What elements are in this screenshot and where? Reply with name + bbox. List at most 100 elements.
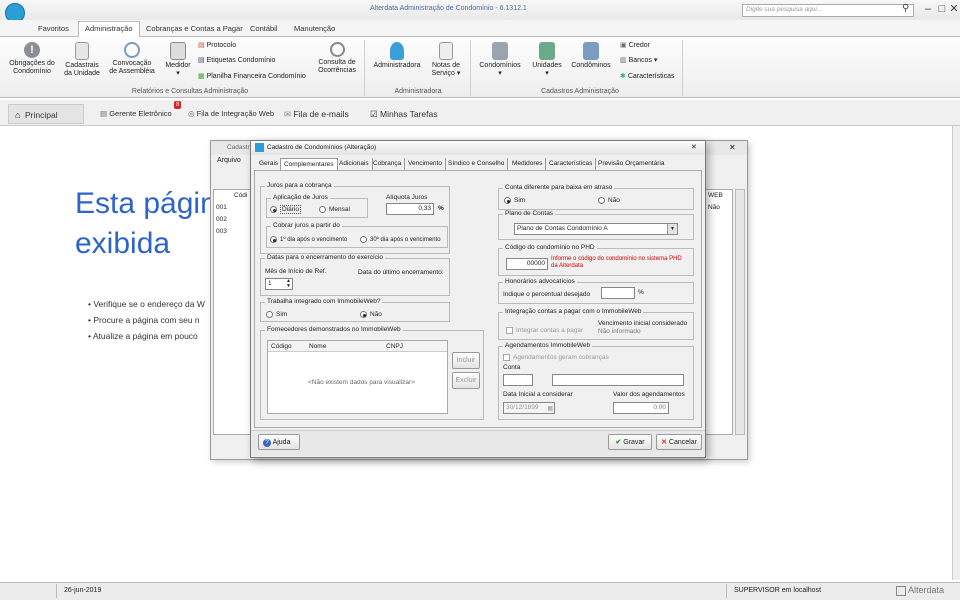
vencimento-inicial-value: Não informado xyxy=(598,328,641,335)
planilha-button[interactable]: ▦ Planilha Financeira Condomínio xyxy=(198,72,306,82)
radio-conta-nao[interactable]: Não xyxy=(598,197,620,204)
tab-fila-integracao[interactable]: ◎ Fila de Integração Web xyxy=(188,104,274,124)
tab-cobrancas[interactable]: Cobranças e Contas a Pagar xyxy=(140,22,249,36)
datas-group: Datas para o encerramento do exercício xyxy=(260,254,450,296)
condominos-button[interactable]: Condôminos xyxy=(568,42,614,70)
gravar-button[interactable]: ✔ Gravar xyxy=(608,434,652,450)
tab-contabil[interactable]: Contábil xyxy=(244,22,284,36)
bancos-button[interactable]: ▥ Bancos ▾ xyxy=(620,56,657,66)
table-row[interactable]: 001 xyxy=(216,204,227,211)
cobrar-legend: Cobrar juros a partir do xyxy=(271,222,342,229)
principal-label: Principal xyxy=(25,110,58,120)
radio-trigesimo-dia[interactable]: 30º dia após o vencimento xyxy=(360,236,441,243)
tab-previsao[interactable]: Previsão Orçamentária xyxy=(595,158,667,170)
excluir-button[interactable]: Excluir xyxy=(452,372,480,389)
protocol-icon: ▤ xyxy=(198,42,205,49)
group-label-administradora: Administradora xyxy=(394,88,442,95)
aliquota-input[interactable]: 0,33 xyxy=(386,203,434,215)
immobile-legend: Trabalha integrado com ImmobileWeb? xyxy=(265,298,383,305)
home-icon: ⌂ xyxy=(15,110,21,120)
caracteristicas-button[interactable]: ✱ Características xyxy=(620,72,675,82)
data-inicial-input[interactable]: 30/12/1899 ▦ xyxy=(503,402,555,414)
integrar-checkbox[interactable]: Integrar contas a pagar xyxy=(506,327,583,334)
spinner-arrows-icon[interactable]: ▲ ▼ xyxy=(286,279,291,289)
fornecedores-legend: Fornecedores demonstrados no ImmobileWeb xyxy=(265,326,403,333)
tab-complementares[interactable]: Complementares xyxy=(280,158,338,170)
agendamentos-checkbox-icon xyxy=(503,354,510,361)
dialog-close-icon[interactable]: ✕ xyxy=(691,143,697,151)
tab-administracao[interactable]: Administração xyxy=(78,21,140,37)
mes-inicio-spinner[interactable]: 1 ▲ ▼ xyxy=(265,278,293,290)
etiquetas-button[interactable]: ▤ Etiquetas Condomínio xyxy=(198,56,275,66)
tab-favoritos[interactable]: Favoritos xyxy=(32,22,75,36)
medidor-button[interactable]: Medidor ▾ xyxy=(162,42,194,78)
cancelar-button[interactable]: ✕ Cancelar xyxy=(656,434,702,450)
radio-conta-sim[interactable]: Sim xyxy=(504,197,525,204)
radio-conta-nao-icon xyxy=(598,197,605,204)
search-input[interactable]: Digite sua pesquisa aqui... xyxy=(742,4,914,17)
app-title: Alterdata Administração de Condomínio - … xyxy=(370,5,527,12)
tab-adicionais[interactable]: Adicionais xyxy=(336,158,373,170)
search-icon[interactable]: ⚲ xyxy=(902,3,909,14)
aplicacao-legend: Aplicação de Juros xyxy=(271,194,330,201)
honorarios-input[interactable] xyxy=(601,287,635,299)
table-row[interactable]: 002 xyxy=(216,216,227,223)
tarefas-label: Minhas Tarefas xyxy=(380,109,438,119)
main-vscroll[interactable] xyxy=(952,126,960,580)
incluir-button[interactable]: Incluir xyxy=(452,352,480,369)
radio-immobile-sim[interactable]: Sim xyxy=(266,311,287,318)
radio-conta-sim-icon xyxy=(504,197,511,204)
radio-immobile-nao[interactable]: Não xyxy=(360,311,382,318)
condominios-label: Condomínios ▾ xyxy=(479,62,521,77)
table-row[interactable]: 003 xyxy=(216,228,227,235)
unidades-button[interactable]: Unidades ▾ xyxy=(528,42,566,78)
notas-servico-button[interactable]: Notas de Serviço ▾ xyxy=(426,42,466,78)
tab-principal[interactable]: ⌂ Principal xyxy=(8,104,84,124)
brand-text: Alterdata xyxy=(908,585,945,595)
tab-sindico[interactable]: Síndico e Conselho xyxy=(445,158,509,170)
credor-button[interactable]: ▣ Credor xyxy=(620,41,650,51)
back-window-menu[interactable]: Arquivo xyxy=(217,157,241,164)
tab-manutencao[interactable]: Manutenção xyxy=(288,22,341,36)
tab-cobranca[interactable]: Cobrança xyxy=(370,158,406,170)
radio-diario[interactable]: Diário xyxy=(270,205,301,215)
aliquota-label: Alíquota Juros xyxy=(386,194,428,201)
ribbon-separator xyxy=(470,40,471,96)
tab-gerente-eletronico[interactable]: ▤ Gerente Eletrônico 8 xyxy=(100,101,182,124)
integracao-legend: Integração contas a pagar com o Immobile… xyxy=(503,308,644,315)
bg-bullet: • Atualize a página em pouco xyxy=(88,331,198,341)
unidades-label: Unidades ▾ xyxy=(532,62,562,77)
tab-fila-emails[interactable]: ✉ Fila de e-mails xyxy=(284,104,349,124)
agendamentos-checkbox[interactable]: Agendamentos geram cobranças xyxy=(503,354,609,361)
valor-agendamentos-input[interactable]: 0,00 xyxy=(613,402,669,414)
ajuda-button[interactable]: ? Ajuda xyxy=(258,434,300,450)
plano-contas-select[interactable]: Plano de Contas Condomínio A ▼ xyxy=(514,223,678,235)
obrigacoes-button[interactable]: ! Obrigações do Condomínio xyxy=(4,42,60,76)
radio-diario-icon xyxy=(270,206,277,213)
phd-code-input[interactable]: 00000 xyxy=(506,258,548,270)
radio-mensal[interactable]: Mensal xyxy=(319,206,350,213)
administradora-button[interactable]: Administradora xyxy=(370,42,424,70)
conta-diferente-legend: Conta diferente para baixa em atraso xyxy=(503,184,615,191)
protocolo-button[interactable]: ▤ Protocolo xyxy=(198,41,236,51)
chevron-down-icon[interactable]: ▼ xyxy=(667,224,677,234)
back-window-close-icon[interactable]: ✕ xyxy=(729,143,736,152)
checkmark-icon: ✔ xyxy=(615,439,622,446)
medidor-label: Medidor ▾ xyxy=(165,62,191,77)
close-button[interactable]: ✕ xyxy=(944,3,960,16)
radio-primeiro-dia[interactable]: 1º dia após o vencimento xyxy=(270,236,347,243)
consulta-ocorrencias-button[interactable]: Consulta de Ocorrências xyxy=(314,42,360,75)
calendar-icon[interactable]: ▦ xyxy=(547,404,553,414)
tab-caracteristicas[interactable]: Características xyxy=(546,158,597,170)
conta-desc-input[interactable] xyxy=(552,374,684,386)
convocacao-button[interactable]: Convocação de Assembléia xyxy=(104,42,160,76)
cadastrais-button[interactable]: Cadastrais da Unidade xyxy=(62,42,102,78)
tab-gerais[interactable]: Gerais xyxy=(256,158,283,170)
back-window-vscroll[interactable] xyxy=(735,189,745,435)
conta-code-input[interactable] xyxy=(503,374,533,386)
data-inicial-label: Data Inicial a considerar xyxy=(503,391,573,398)
tab-vencimento[interactable]: Vencimento xyxy=(405,158,446,170)
condominios-button[interactable]: Condomínios ▾ xyxy=(474,42,526,78)
tab-minhas-tarefas[interactable]: ☑ Minhas Tarefas xyxy=(370,104,437,124)
tab-medidores[interactable]: Medidores xyxy=(509,158,547,170)
